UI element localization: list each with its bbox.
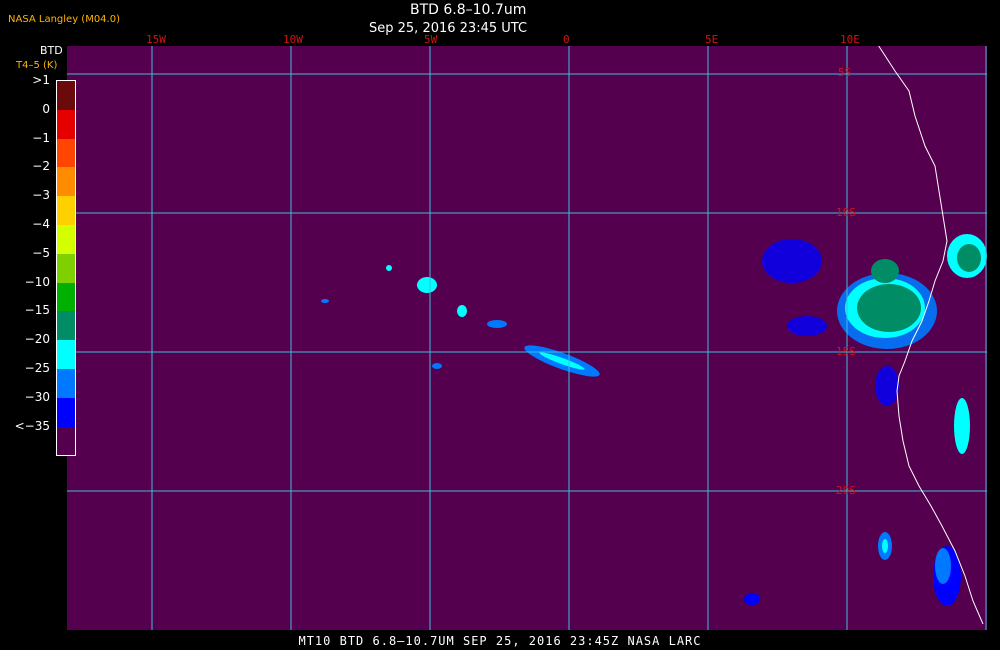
- legend-tick-label: 0: [42, 101, 50, 116]
- observation-datetime: Sep 25, 2016 23:45 UTC: [369, 21, 528, 36]
- legend-unit: T4–5 (K): [16, 60, 58, 71]
- colorbar-swatch: [57, 138, 75, 168]
- lon-label-5w: 5W: [424, 33, 438, 46]
- satellite-map[interactable]: [67, 46, 987, 630]
- legend-tick-label: >1: [32, 73, 50, 87]
- lon-label-15w: 15W: [146, 33, 166, 46]
- legend-tick-label: −25: [24, 361, 50, 375]
- colorbar-swatch: [57, 196, 75, 225]
- colorbar-swatch: [57, 167, 75, 197]
- colorbar-swatch: [57, 224, 75, 254]
- colorbar-swatch: [57, 253, 75, 283]
- legend-tick-label: −2: [32, 159, 50, 174]
- legend-tick-label: −20: [24, 332, 50, 347]
- map-canvas: [67, 46, 987, 630]
- lon-label-10w: 10W: [283, 33, 303, 46]
- lat-label-15s: 15S: [836, 345, 856, 358]
- cloud-features: [321, 234, 987, 606]
- colorbar: [56, 80, 76, 457]
- footer-caption: MT10 BTD 6.8–10.7UM SEP 25, 2016 23:45Z …: [298, 634, 702, 648]
- legend-tick-label: −1: [32, 130, 50, 145]
- colorbar-swatch: [57, 368, 75, 398]
- legend-tick-label: <−35: [14, 418, 50, 433]
- lon-label-10e: 10E: [840, 33, 860, 46]
- lat-label-20s: 20S: [836, 484, 856, 497]
- colorbar-swatch: [57, 397, 75, 427]
- colorbar-swatch: [57, 340, 75, 369]
- colorbar-swatch: [57, 282, 75, 312]
- lat-label-5s: 5S: [838, 66, 852, 79]
- graticule: [67, 46, 987, 630]
- colorbar-swatch: [57, 81, 75, 110]
- legend-tick-label: −15: [24, 303, 50, 318]
- legend-tick-label: −4: [32, 217, 50, 231]
- colorbar-swatch: [57, 426, 75, 456]
- legend-tick-label: −30: [24, 389, 50, 404]
- colorbar-swatch: [57, 109, 75, 139]
- legend-tick-label: −3: [32, 188, 50, 203]
- producer-label: NASA Langley (M04.0): [8, 14, 120, 25]
- lon-label-5e: 5E: [705, 33, 719, 46]
- colorbar-swatch: [57, 311, 75, 341]
- lon-label-0: 0: [563, 33, 570, 46]
- product-title: BTD 6.8–10.7um: [410, 2, 527, 18]
- lat-label-10s: 10S: [836, 206, 856, 219]
- legend-title: BTD: [40, 44, 63, 57]
- legend-tick-label: −5: [32, 245, 50, 260]
- legend-tick-label: −10: [24, 274, 50, 289]
